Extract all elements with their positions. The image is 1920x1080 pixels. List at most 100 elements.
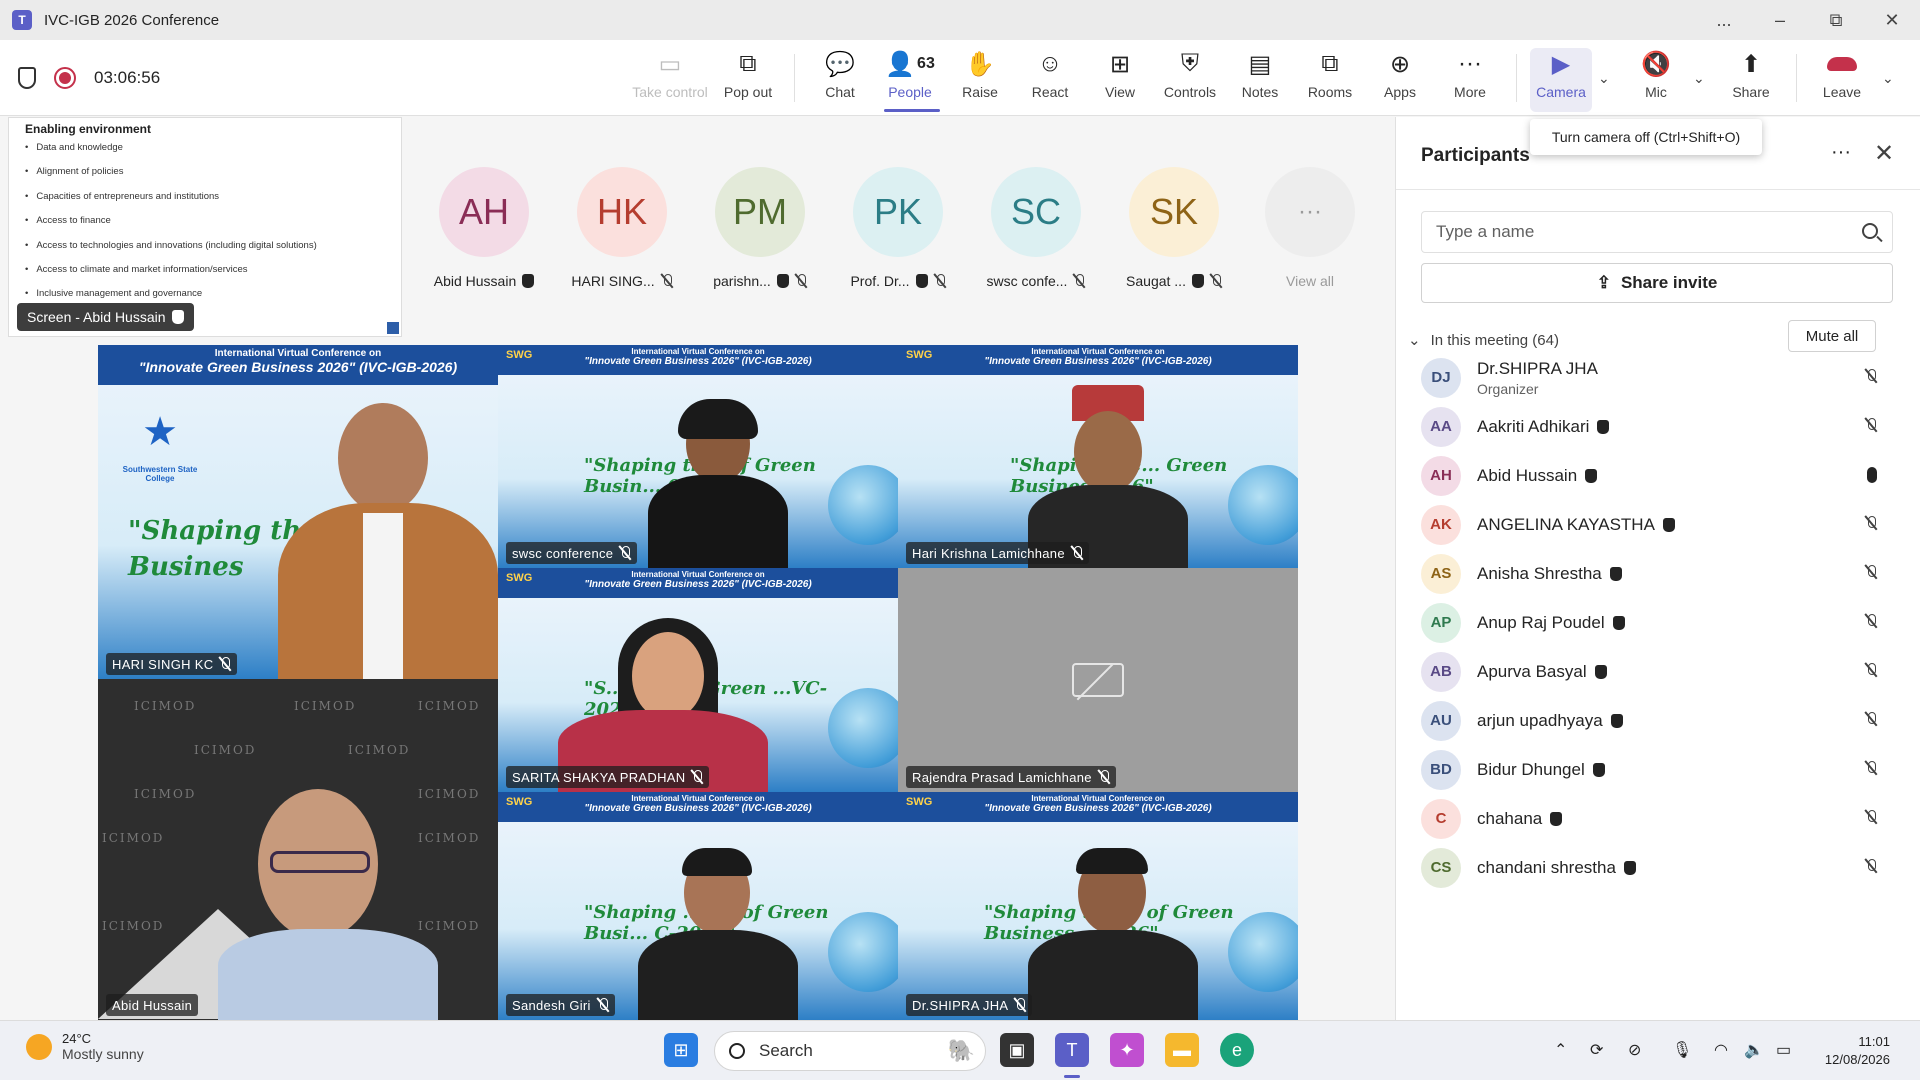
tile-name-label: HARI SINGH KC bbox=[106, 653, 238, 675]
video-tile[interactable]: International Virtual Conference on "Inn… bbox=[498, 792, 898, 1020]
avatar: CS bbox=[1421, 847, 1461, 888]
list-item[interactable]: AS Anisha Shrestha bbox=[1421, 549, 1891, 598]
list-item[interactable]: CS chandani shrestha bbox=[1421, 843, 1891, 892]
people-button[interactable]: 👤 63 People bbox=[878, 48, 942, 108]
windows-taskbar: 24°C Mostly sunny ⊞ Search 🐘 ▣ T ✦ ▬ e ⌃… bbox=[0, 1020, 1920, 1080]
list-item[interactable]: C chahana bbox=[1421, 794, 1891, 843]
share-invite-button[interactable]: ⇪ Share invite bbox=[1421, 263, 1893, 303]
list-item[interactable]: AA Aakriti Adhikari bbox=[1421, 402, 1891, 451]
react-button[interactable]: ☺ React bbox=[1018, 48, 1082, 108]
battery-icon[interactable]: ▭ bbox=[1776, 1040, 1791, 1060]
rooms-button[interactable]: ⧉ Rooms bbox=[1298, 48, 1362, 108]
avatar-tile[interactable]: PK Prof. Dr... bbox=[836, 167, 960, 289]
video-tile[interactable]: Rajendra Prasad Lamichhane bbox=[898, 568, 1298, 792]
mic-off-icon[interactable] bbox=[1865, 761, 1877, 775]
notes-label: Notes bbox=[1241, 84, 1279, 100]
leave-options-chevron-icon[interactable]: ⌄ bbox=[1882, 70, 1894, 87]
mic-off-icon[interactable] bbox=[1865, 810, 1877, 824]
panel-more-options-icon[interactable]: ··· bbox=[1831, 141, 1851, 164]
chevron-up-icon[interactable]: ⌃ bbox=[1554, 1040, 1567, 1060]
avatar-tile[interactable]: SK Saugat ... bbox=[1112, 167, 1236, 289]
shield-icon[interactable] bbox=[18, 67, 36, 89]
avatar-tile[interactable]: HK HARI SING... bbox=[560, 167, 684, 289]
sun-icon bbox=[26, 1033, 52, 1060]
swg-logo: SWG bbox=[506, 796, 533, 808]
video-tile[interactable]: International Virtual Conference on "Inn… bbox=[898, 792, 1298, 1020]
file-explorer-icon[interactable]: ▬ bbox=[1165, 1033, 1199, 1067]
avatar-tile[interactable]: SC swsc confe... bbox=[974, 167, 1098, 289]
camera-off-tray-icon[interactable]: ⊘ bbox=[1628, 1040, 1641, 1060]
in-meeting-section-header[interactable]: ⌄ In this meeting (64) bbox=[1408, 331, 1559, 350]
mute-all-button[interactable]: Mute all bbox=[1788, 320, 1876, 352]
video-tile[interactable]: International Virtual Conference on "Inn… bbox=[98, 345, 498, 679]
windows-start-icon[interactable]: ⊞ bbox=[664, 1033, 698, 1067]
restore-button[interactable]: ⧉ bbox=[1808, 0, 1864, 40]
task-view-icon[interactable]: ▣ bbox=[1000, 1033, 1034, 1067]
sync-icon[interactable]: ⟳ bbox=[1590, 1040, 1603, 1060]
list-item[interactable]: AB Apurva Basyal bbox=[1421, 647, 1891, 696]
take-control-button[interactable]: ▭ Take control bbox=[632, 48, 707, 108]
raise-hand-button[interactable]: ✋ Raise bbox=[948, 48, 1012, 108]
smile-icon: ☺ bbox=[1037, 50, 1063, 77]
participant-name: Aakriti Adhikari bbox=[1477, 417, 1610, 437]
mic-off-icon[interactable] bbox=[1865, 663, 1877, 677]
list-item[interactable]: BD Bidur Dhungel bbox=[1421, 745, 1891, 794]
wifi-icon[interactable]: ◠ bbox=[1714, 1040, 1728, 1060]
camera-options-chevron-icon[interactable]: ⌄ bbox=[1598, 70, 1610, 87]
participant-name-text: Anup Raj Poudel bbox=[1477, 612, 1605, 632]
list-item[interactable]: AK ANGELINA KAYASTHA bbox=[1421, 500, 1891, 549]
video-tile[interactable]: International Virtual Conference on "Inn… bbox=[498, 345, 898, 568]
more-button[interactable]: ··· More bbox=[1438, 48, 1502, 108]
pop-out-button[interactable]: ⧉ Pop out bbox=[716, 48, 780, 108]
apps-button[interactable]: ⊕ Apps bbox=[1368, 48, 1432, 108]
search-input[interactable] bbox=[1436, 222, 1836, 242]
mic-off-tray-icon[interactable]: 🎙 bbox=[1672, 1040, 1692, 1060]
more-options-icon[interactable]: ... bbox=[1696, 0, 1752, 40]
mic-on-icon[interactable] bbox=[1867, 467, 1877, 483]
participant-search[interactable] bbox=[1421, 211, 1893, 253]
close-window-button[interactable]: ✕ bbox=[1864, 0, 1920, 40]
system-clock[interactable]: 11:01 12/08/2026 bbox=[1825, 1033, 1890, 1069]
copilot-icon[interactable]: ✦ bbox=[1110, 1033, 1144, 1067]
list-item[interactable]: AU arjun upadhyaya bbox=[1421, 696, 1891, 745]
view-button[interactable]: ⊞ View bbox=[1088, 48, 1152, 108]
list-item[interactable]: AP Anup Raj Poudel bbox=[1421, 598, 1891, 647]
mic-button[interactable]: 🔇 Mic bbox=[1624, 48, 1688, 108]
avatar-tile[interactable]: AH Abid Hussain bbox=[422, 167, 546, 289]
volume-muted-icon[interactable]: 🔈 bbox=[1744, 1040, 1764, 1060]
avatar-tile[interactable]: PM parishn... bbox=[698, 167, 822, 289]
camera-button[interactable]: ▶ Camera bbox=[1529, 48, 1593, 108]
hang-up-icon bbox=[1827, 48, 1857, 80]
list-item[interactable]: AH Abid Hussain bbox=[1421, 451, 1891, 500]
list-item[interactable]: DJ Dr.SHIPRA JHA Organizer bbox=[1421, 353, 1891, 402]
video-tile[interactable]: International Virtual Conference on "Inn… bbox=[498, 568, 898, 792]
controls-button[interactable]: ⛨ Controls bbox=[1158, 48, 1222, 108]
chat-button[interactable]: 💬 Chat bbox=[808, 48, 872, 108]
more-label: More bbox=[1454, 84, 1486, 100]
mic-off-icon[interactable] bbox=[1865, 369, 1877, 383]
share-button[interactable]: ⬆ Share bbox=[1719, 48, 1783, 108]
minimize-button[interactable]: – bbox=[1752, 0, 1808, 40]
shared-screen-thumbnail[interactable]: Enabling environment Data and knowledge … bbox=[8, 117, 402, 337]
edge-icon[interactable]: e bbox=[1220, 1033, 1254, 1067]
hand-icon bbox=[1585, 468, 1598, 483]
close-icon[interactable]: ✕ bbox=[1874, 139, 1894, 168]
video-tile[interactable]: International Virtual Conference on "Inn… bbox=[898, 345, 1298, 568]
mic-off-icon[interactable] bbox=[1865, 614, 1877, 628]
mic-off-icon[interactable] bbox=[1865, 516, 1877, 530]
view-all-button[interactable]: ··· View all bbox=[1248, 167, 1372, 289]
mic-off-icon[interactable] bbox=[1865, 418, 1877, 432]
leave-button[interactable]: Leave bbox=[1810, 48, 1874, 108]
mic-off-icon[interactable] bbox=[1865, 712, 1877, 726]
video-tile[interactable]: ICIMOD ICIMOD ICIMOD ICIMOD ICIMOD ICIMO… bbox=[98, 679, 498, 1020]
notes-button[interactable]: ▤ Notes bbox=[1228, 48, 1292, 108]
banner-header: International Virtual Conference on "Inn… bbox=[498, 345, 898, 375]
weather-widget[interactable]: 24°C Mostly sunny bbox=[26, 1031, 144, 1062]
participant-role: Organizer bbox=[1477, 380, 1539, 397]
avatar-name-text: Saugat ... bbox=[1126, 273, 1186, 289]
taskbar-search[interactable]: Search 🐘 bbox=[714, 1031, 986, 1071]
teams-icon[interactable]: T bbox=[1055, 1033, 1089, 1067]
mic-off-icon[interactable] bbox=[1865, 859, 1877, 873]
mic-off-icon[interactable] bbox=[1865, 565, 1877, 579]
mic-options-chevron-icon[interactable]: ⌄ bbox=[1693, 70, 1705, 87]
